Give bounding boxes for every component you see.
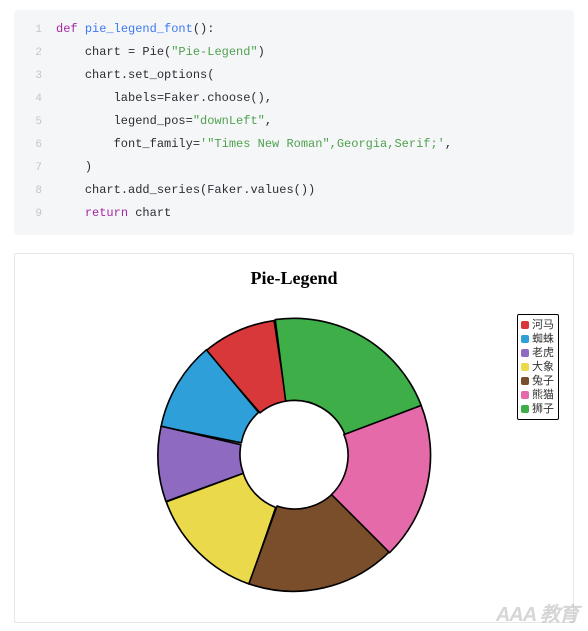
line-number: 3 <box>24 65 42 87</box>
legend-label: 河马 <box>532 318 555 332</box>
code-text: labels=Faker.choose(), <box>56 87 272 109</box>
legend-label: 兔子 <box>532 374 555 388</box>
legend-swatch <box>521 363 529 371</box>
code-text: def pie_legend_font(): <box>56 18 214 40</box>
legend-item: 大象 <box>521 360 555 374</box>
legend-swatch <box>521 405 529 413</box>
code-text: chart.set_options( <box>56 64 214 86</box>
legend-label: 熊猫 <box>532 388 555 402</box>
page-root: 1def pie_legend_font():2 chart = Pie("Pi… <box>0 0 588 631</box>
code-text: ) <box>56 156 92 178</box>
code-text: chart = Pie("Pie-Legend") <box>56 41 265 63</box>
code-text: chart.add_series(Faker.values()) <box>56 179 315 201</box>
line-number: 5 <box>24 111 42 133</box>
line-number: 7 <box>24 157 42 179</box>
line-number: 4 <box>24 88 42 110</box>
code-block: 1def pie_legend_font():2 chart = Pie("Pi… <box>14 10 574 235</box>
legend-item: 兔子 <box>521 374 555 388</box>
legend-swatch <box>521 321 529 329</box>
legend-item: 狮子 <box>521 402 555 416</box>
code-line: 6 font_family='"Times New Roman",Georgia… <box>24 133 564 156</box>
code-line: 9 return chart <box>24 202 564 225</box>
legend-item: 老虎 <box>521 346 555 360</box>
line-number: 8 <box>24 180 42 202</box>
line-number: 6 <box>24 134 42 156</box>
chart-legend: 河马蜘蛛老虎大象兔子熊猫狮子 <box>517 314 559 420</box>
code-line: 8 chart.add_series(Faker.values()) <box>24 179 564 202</box>
code-text: return chart <box>56 202 171 224</box>
pie-svg <box>144 305 444 605</box>
code-line: 5 legend_pos="downLeft", <box>24 110 564 133</box>
legend-label: 大象 <box>532 360 555 374</box>
legend-swatch <box>521 377 529 385</box>
chart-area: 河马蜘蛛老虎大象兔子熊猫狮子 <box>15 286 573 612</box>
legend-label: 蜘蛛 <box>532 332 555 346</box>
legend-swatch <box>521 349 529 357</box>
legend-swatch <box>521 335 529 343</box>
code-line: 1 def pie_legend_font(): <box>24 18 564 41</box>
legend-item: 河马 <box>521 318 555 332</box>
code-line: 2 chart = Pie("Pie-Legend") <box>24 41 564 64</box>
chart-card: Pie-Legend 河马蜘蛛老虎大象兔子熊猫狮子 <box>14 253 574 623</box>
code-text: legend_pos="downLeft", <box>56 110 272 132</box>
code-line: 3 chart.set_options( <box>24 64 564 87</box>
legend-item: 熊猫 <box>521 388 555 402</box>
legend-swatch <box>521 391 529 399</box>
legend-label: 老虎 <box>532 346 555 360</box>
line-number: 1 <box>24 19 42 41</box>
legend-label: 狮子 <box>532 402 555 416</box>
line-number: 2 <box>24 42 42 64</box>
legend-item: 蜘蛛 <box>521 332 555 346</box>
code-line: 7 ) <box>24 156 564 179</box>
line-number: 9 <box>24 203 42 225</box>
code-line: 4 labels=Faker.choose(), <box>24 87 564 110</box>
code-text: font_family='"Times New Roman",Georgia,S… <box>56 133 452 155</box>
donut-chart <box>144 305 444 605</box>
